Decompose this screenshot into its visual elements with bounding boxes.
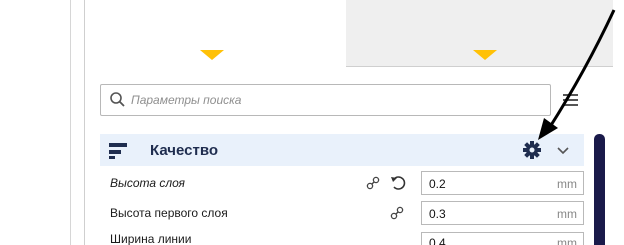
quality-icon (109, 143, 127, 159)
link-icon (366, 176, 380, 190)
scrollbar[interactable] (594, 134, 605, 245)
search-input[interactable] (131, 93, 531, 107)
initial-layer-height-field[interactable]: 0.3 mm (421, 201, 584, 225)
tab-indicator-icon (200, 50, 224, 60)
setting-label: Ширина линии (110, 232, 192, 245)
search-icon (110, 92, 125, 107)
outer-divider (70, 0, 71, 245)
field-value: 0.4 (429, 236, 446, 245)
field-value: 0.2 (429, 177, 446, 191)
section-title: Качество (150, 141, 219, 159)
setting-row-layer-height: Высота слоя 0.2 mm (100, 170, 584, 196)
link-icon (390, 206, 404, 220)
field-value: 0.3 (429, 207, 446, 221)
layer-height-field[interactable]: 0.2 mm (421, 171, 584, 195)
field-unit: mm (557, 207, 577, 221)
setting-label: Высота слоя (110, 176, 185, 190)
tab-indicator-icon (473, 50, 497, 60)
search-box[interactable] (100, 84, 551, 116)
tab-first[interactable] (86, 0, 347, 64)
field-unit: mm (557, 236, 577, 245)
line-width-field[interactable]: 0.4 mm (421, 232, 584, 245)
field-unit: mm (557, 177, 577, 191)
setting-row-line-width: Ширина линии 0.4 mm (100, 230, 584, 245)
setting-row-initial-layer-height: Высота первого слоя 0.3 mm (100, 200, 584, 226)
setting-label: Высота первого слоя (110, 206, 228, 220)
arrow-annotation (538, 9, 616, 140)
reset-icon[interactable] (390, 175, 406, 191)
section-header-quality[interactable]: Качество (100, 134, 584, 166)
